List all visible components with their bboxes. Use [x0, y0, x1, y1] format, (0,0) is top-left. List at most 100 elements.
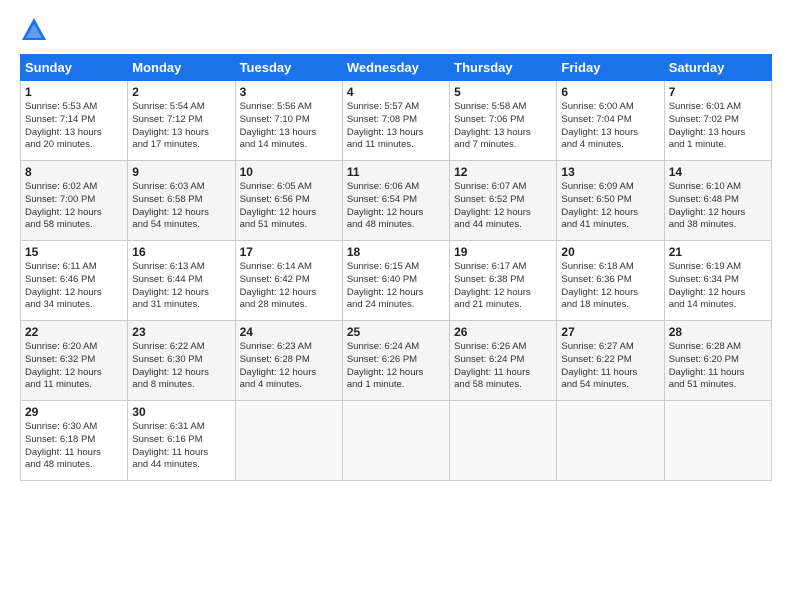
day-info: Sunrise: 5:57 AM Sunset: 7:08 PM Dayligh…	[347, 101, 445, 152]
calendar-week-row: 15 Sunrise: 6:11 AM Sunset: 6:46 PM Dayli…	[21, 241, 772, 321]
day-info: Sunrise: 6:24 AM Sunset: 6:26 PM Dayligh…	[347, 341, 445, 392]
day-info: Sunrise: 6:23 AM Sunset: 6:28 PM Dayligh…	[240, 341, 338, 392]
day-number: 5	[454, 85, 552, 99]
header	[20, 16, 772, 44]
calendar-week-row: 8 Sunrise: 6:02 AM Sunset: 7:00 PM Daylig…	[21, 161, 772, 241]
day-number: 1	[25, 85, 123, 99]
calendar-cell: 16 Sunrise: 6:13 AM Sunset: 6:44 PM Dayli…	[128, 241, 235, 321]
calendar-cell: 26 Sunrise: 6:26 AM Sunset: 6:24 PM Dayli…	[450, 321, 557, 401]
calendar-cell: 18 Sunrise: 6:15 AM Sunset: 6:40 PM Dayli…	[342, 241, 449, 321]
day-info: Sunrise: 6:10 AM Sunset: 6:48 PM Dayligh…	[669, 181, 767, 232]
day-info: Sunrise: 6:30 AM Sunset: 6:18 PM Dayligh…	[25, 421, 123, 472]
day-info: Sunrise: 5:58 AM Sunset: 7:06 PM Dayligh…	[454, 101, 552, 152]
logo-icon	[20, 16, 48, 44]
weekday-header-sunday: Sunday	[21, 55, 128, 81]
calendar-cell: 10 Sunrise: 6:05 AM Sunset: 6:56 PM Dayli…	[235, 161, 342, 241]
calendar-cell: 29 Sunrise: 6:30 AM Sunset: 6:18 PM Dayli…	[21, 401, 128, 481]
calendar-cell: 24 Sunrise: 6:23 AM Sunset: 6:28 PM Dayli…	[235, 321, 342, 401]
day-number: 24	[240, 325, 338, 339]
calendar-cell: 14Sunrise: 6:10 AM Sunset: 6:48 PM Dayli…	[664, 161, 771, 241]
calendar-cell: 3 Sunrise: 5:56 AM Sunset: 7:10 PM Daylig…	[235, 81, 342, 161]
calendar-cell	[557, 401, 664, 481]
day-info: Sunrise: 6:14 AM Sunset: 6:42 PM Dayligh…	[240, 261, 338, 312]
calendar-cell: 23Sunrise: 6:22 AM Sunset: 6:30 PM Dayli…	[128, 321, 235, 401]
day-number: 21	[669, 245, 767, 259]
calendar-cell	[342, 401, 449, 481]
weekday-header-saturday: Saturday	[664, 55, 771, 81]
day-info: Sunrise: 6:28 AM Sunset: 6:20 PM Dayligh…	[669, 341, 767, 392]
calendar-week-row: 29 Sunrise: 6:30 AM Sunset: 6:18 PM Dayli…	[21, 401, 772, 481]
day-info: Sunrise: 6:06 AM Sunset: 6:54 PM Dayligh…	[347, 181, 445, 232]
day-number: 29	[25, 405, 123, 419]
calendar-cell: 9Sunrise: 6:03 AM Sunset: 6:58 PM Daylig…	[128, 161, 235, 241]
day-number: 3	[240, 85, 338, 99]
day-number: 7	[669, 85, 767, 99]
day-info: Sunrise: 6:26 AM Sunset: 6:24 PM Dayligh…	[454, 341, 552, 392]
calendar-cell	[664, 401, 771, 481]
day-number: 22	[25, 325, 123, 339]
day-info: Sunrise: 6:00 AM Sunset: 7:04 PM Dayligh…	[561, 101, 659, 152]
weekday-header-wednesday: Wednesday	[342, 55, 449, 81]
calendar-cell: 25 Sunrise: 6:24 AM Sunset: 6:26 PM Dayli…	[342, 321, 449, 401]
page: SundayMondayTuesdayWednesdayThursdayFrid…	[0, 0, 792, 612]
day-number: 17	[240, 245, 338, 259]
calendar-week-row: 22 Sunrise: 6:20 AM Sunset: 6:32 PM Dayli…	[21, 321, 772, 401]
day-info: Sunrise: 6:07 AM Sunset: 6:52 PM Dayligh…	[454, 181, 552, 232]
day-number: 20	[561, 245, 659, 259]
day-info: Sunrise: 6:01 AM Sunset: 7:02 PM Dayligh…	[669, 101, 767, 152]
day-info: Sunrise: 6:27 AM Sunset: 6:22 PM Dayligh…	[561, 341, 659, 392]
calendar-cell: 6 Sunrise: 6:00 AM Sunset: 7:04 PM Daylig…	[557, 81, 664, 161]
day-number: 8	[25, 165, 123, 179]
day-info: Sunrise: 6:19 AM Sunset: 6:34 PM Dayligh…	[669, 261, 767, 312]
day-info: Sunrise: 5:54 AM Sunset: 7:12 PM Dayligh…	[132, 101, 230, 152]
calendar-cell: 5 Sunrise: 5:58 AM Sunset: 7:06 PM Daylig…	[450, 81, 557, 161]
calendar-cell: 12Sunrise: 6:07 AM Sunset: 6:52 PM Dayli…	[450, 161, 557, 241]
calendar-cell: 13 Sunrise: 6:09 AM Sunset: 6:50 PM Dayli…	[557, 161, 664, 241]
weekday-header-friday: Friday	[557, 55, 664, 81]
day-info: Sunrise: 6:13 AM Sunset: 6:44 PM Dayligh…	[132, 261, 230, 312]
day-info: Sunrise: 6:05 AM Sunset: 6:56 PM Dayligh…	[240, 181, 338, 232]
calendar-cell: 1 Sunrise: 5:53 AM Sunset: 7:14 PM Daylig…	[21, 81, 128, 161]
weekday-header-row: SundayMondayTuesdayWednesdayThursdayFrid…	[21, 55, 772, 81]
calendar-week-row: 1 Sunrise: 5:53 AM Sunset: 7:14 PM Daylig…	[21, 81, 772, 161]
calendar-cell: 19Sunrise: 6:17 AM Sunset: 6:38 PM Dayli…	[450, 241, 557, 321]
day-number: 6	[561, 85, 659, 99]
day-number: 10	[240, 165, 338, 179]
day-info: Sunrise: 5:56 AM Sunset: 7:10 PM Dayligh…	[240, 101, 338, 152]
weekday-header-monday: Monday	[128, 55, 235, 81]
day-info: Sunrise: 6:20 AM Sunset: 6:32 PM Dayligh…	[25, 341, 123, 392]
day-number: 26	[454, 325, 552, 339]
day-number: 28	[669, 325, 767, 339]
day-info: Sunrise: 6:17 AM Sunset: 6:38 PM Dayligh…	[454, 261, 552, 312]
calendar: SundayMondayTuesdayWednesdayThursdayFrid…	[20, 54, 772, 481]
day-info: Sunrise: 6:09 AM Sunset: 6:50 PM Dayligh…	[561, 181, 659, 232]
day-info: Sunrise: 6:31 AM Sunset: 6:16 PM Dayligh…	[132, 421, 230, 472]
calendar-cell	[235, 401, 342, 481]
calendar-cell: 20 Sunrise: 6:18 AM Sunset: 6:36 PM Dayli…	[557, 241, 664, 321]
calendar-cell: 27 Sunrise: 6:27 AM Sunset: 6:22 PM Dayli…	[557, 321, 664, 401]
day-number: 13	[561, 165, 659, 179]
day-info: Sunrise: 6:18 AM Sunset: 6:36 PM Dayligh…	[561, 261, 659, 312]
day-number: 11	[347, 165, 445, 179]
day-info: Sunrise: 6:11 AM Sunset: 6:46 PM Dayligh…	[25, 261, 123, 312]
day-number: 18	[347, 245, 445, 259]
day-info: Sunrise: 6:03 AM Sunset: 6:58 PM Dayligh…	[132, 181, 230, 232]
day-number: 15	[25, 245, 123, 259]
calendar-cell: 2 Sunrise: 5:54 AM Sunset: 7:12 PM Daylig…	[128, 81, 235, 161]
calendar-cell: 30 Sunrise: 6:31 AM Sunset: 6:16 PM Dayli…	[128, 401, 235, 481]
calendar-cell: 8 Sunrise: 6:02 AM Sunset: 7:00 PM Daylig…	[21, 161, 128, 241]
day-info: Sunrise: 6:02 AM Sunset: 7:00 PM Dayligh…	[25, 181, 123, 232]
calendar-cell: 4Sunrise: 5:57 AM Sunset: 7:08 PM Daylig…	[342, 81, 449, 161]
calendar-cell: 15 Sunrise: 6:11 AM Sunset: 6:46 PM Dayli…	[21, 241, 128, 321]
day-info: Sunrise: 6:22 AM Sunset: 6:30 PM Dayligh…	[132, 341, 230, 392]
weekday-header-thursday: Thursday	[450, 55, 557, 81]
day-info: Sunrise: 5:53 AM Sunset: 7:14 PM Dayligh…	[25, 101, 123, 152]
day-number: 2	[132, 85, 230, 99]
day-number: 25	[347, 325, 445, 339]
day-number: 30	[132, 405, 230, 419]
day-number: 16	[132, 245, 230, 259]
day-info: Sunrise: 6:15 AM Sunset: 6:40 PM Dayligh…	[347, 261, 445, 312]
calendar-cell	[450, 401, 557, 481]
weekday-header-tuesday: Tuesday	[235, 55, 342, 81]
day-number: 27	[561, 325, 659, 339]
